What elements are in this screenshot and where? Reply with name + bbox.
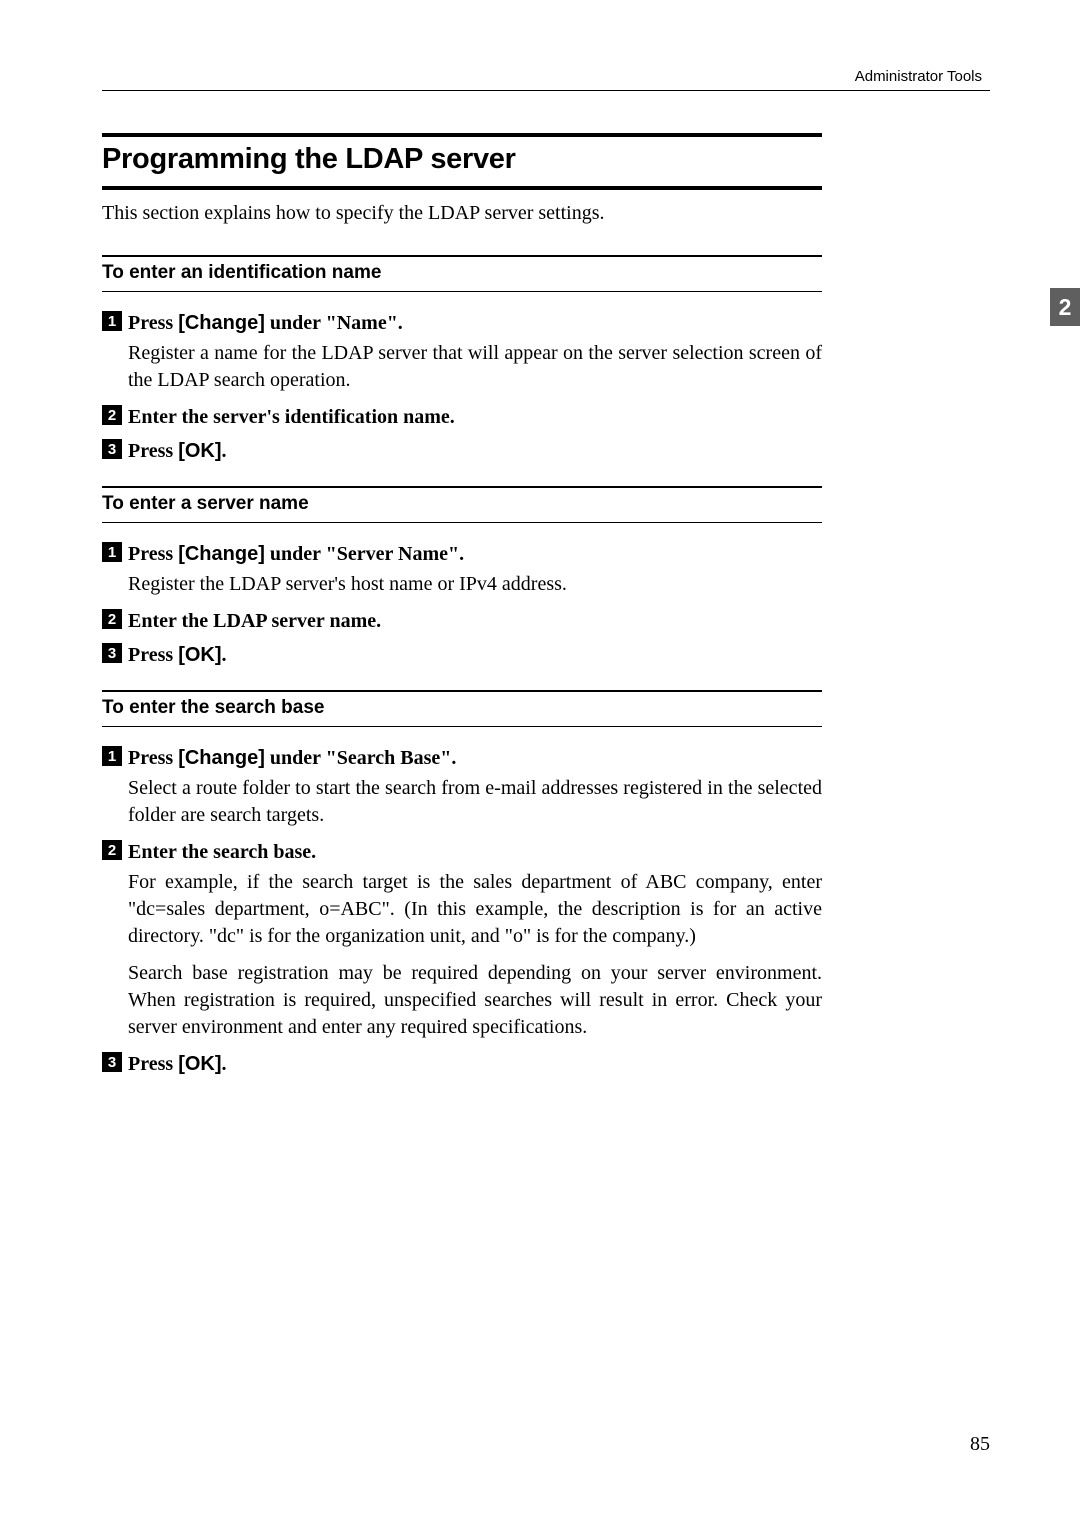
step-button-ref: [Change] [178,312,265,334]
step-head: 1 Press [Change] under "Search Base". [102,745,822,771]
subheading: To enter the search base [102,697,822,719]
section: To enter an identification name 1 Press [C… [102,255,822,464]
step-suffix: . [222,644,227,666]
section: To enter a server name 1 Press [Change] un… [102,486,822,668]
step-head: 1 Press [Change] under "Name". [102,310,822,336]
step-label: Enter the search base. [128,839,316,865]
step: 3 Press [OK]. [102,642,822,668]
header-bar: Administrator Tools [102,68,990,91]
step-number-icon: 3 [102,643,122,663]
header-text: Administrator Tools [855,68,990,85]
section: To enter the search base 1 Press [Change] … [102,690,822,1077]
step: 1 Press [Change] under "Name". Register a … [102,310,822,394]
subheading: To enter a server name [102,493,822,515]
step-label: Enter the server's identification name. [128,404,455,430]
step-label: Press [Change] under "Name". [128,310,403,336]
step-suffix: under "Name". [265,312,403,334]
step-suffix: under "Search Base". [265,747,456,769]
page-number: 85 [970,1433,990,1456]
step: 1 Press [Change] under "Server Name". Regi… [102,541,822,598]
step-body: Register the LDAP server's host name or … [128,571,822,598]
step-button-ref: [OK] [178,1053,221,1075]
step-number-icon: 2 [102,405,122,425]
subheading-block: To enter the search base [102,690,822,727]
step-head: 2 Enter the server's identification name. [102,404,822,430]
step-prefix: Press [128,644,178,666]
step: 3 Press [OK]. [102,438,822,464]
step-number-icon: 1 [102,311,122,331]
step-label: Press [OK]. [128,642,227,668]
step-suffix: under "Server Name". [265,543,464,565]
step-label: Press [OK]. [128,438,227,464]
step-head: 3 Press [OK]. [102,642,822,668]
subheading: To enter an identification name [102,262,822,284]
step-number-icon: 1 [102,746,122,766]
step-number-icon: 3 [102,1052,122,1072]
step-prefix: Press [128,440,178,462]
step-head: 2 Enter the LDAP server name. [102,608,822,634]
step-head: 2 Enter the search base. [102,839,822,865]
step: 1 Press [Change] under "Search Base". Sele… [102,745,822,829]
step-label: Press [Change] under "Server Name". [128,541,464,567]
step-label: Press [Change] under "Search Base". [128,745,456,771]
step-prefix: Press [128,1053,178,1075]
step-button-ref: [OK] [178,644,221,666]
step-head: 3 Press [OK]. [102,438,822,464]
subheading-block: To enter a server name [102,486,822,523]
step: 2 Enter the server's identification name. [102,404,822,430]
step-button-ref: [Change] [178,543,265,565]
step-prefix: Press [128,543,178,565]
subheading-block: To enter an identification name [102,255,822,292]
page-title: Programming the LDAP server [102,143,822,176]
step-prefix: Press [128,312,178,334]
chapter-tab: 2 [1050,288,1080,326]
step-body: Select a route folder to start the searc… [128,775,822,829]
step: 2 Enter the LDAP server name. [102,608,822,634]
step: 2 Enter the search base. For example, if t… [102,839,822,1041]
step-suffix: . [222,1053,227,1075]
step-button-ref: [Change] [178,747,265,769]
title-block: Programming the LDAP server [102,133,822,190]
step-number-icon: 3 [102,439,122,459]
step-body: Register a name for the LDAP server that… [128,340,822,394]
step-number-icon: 1 [102,542,122,562]
step-number-icon: 2 [102,609,122,629]
step-head: 1 Press [Change] under "Server Name". [102,541,822,567]
main-content: Programming the LDAP server This section… [102,133,822,1077]
step-body: Search base registration may be required… [128,960,822,1041]
step-button-ref: [OK] [178,440,221,462]
step-label: Enter the LDAP server name. [128,608,381,634]
step-body: For example, if the search target is the… [128,869,822,950]
step-prefix: Press [128,747,178,769]
step-suffix: . [222,440,227,462]
intro-text: This section explains how to specify the… [102,200,822,227]
step-head: 3 Press [OK]. [102,1051,822,1077]
step-number-icon: 2 [102,840,122,860]
step: 3 Press [OK]. [102,1051,822,1077]
step-label: Press [OK]. [128,1051,227,1077]
